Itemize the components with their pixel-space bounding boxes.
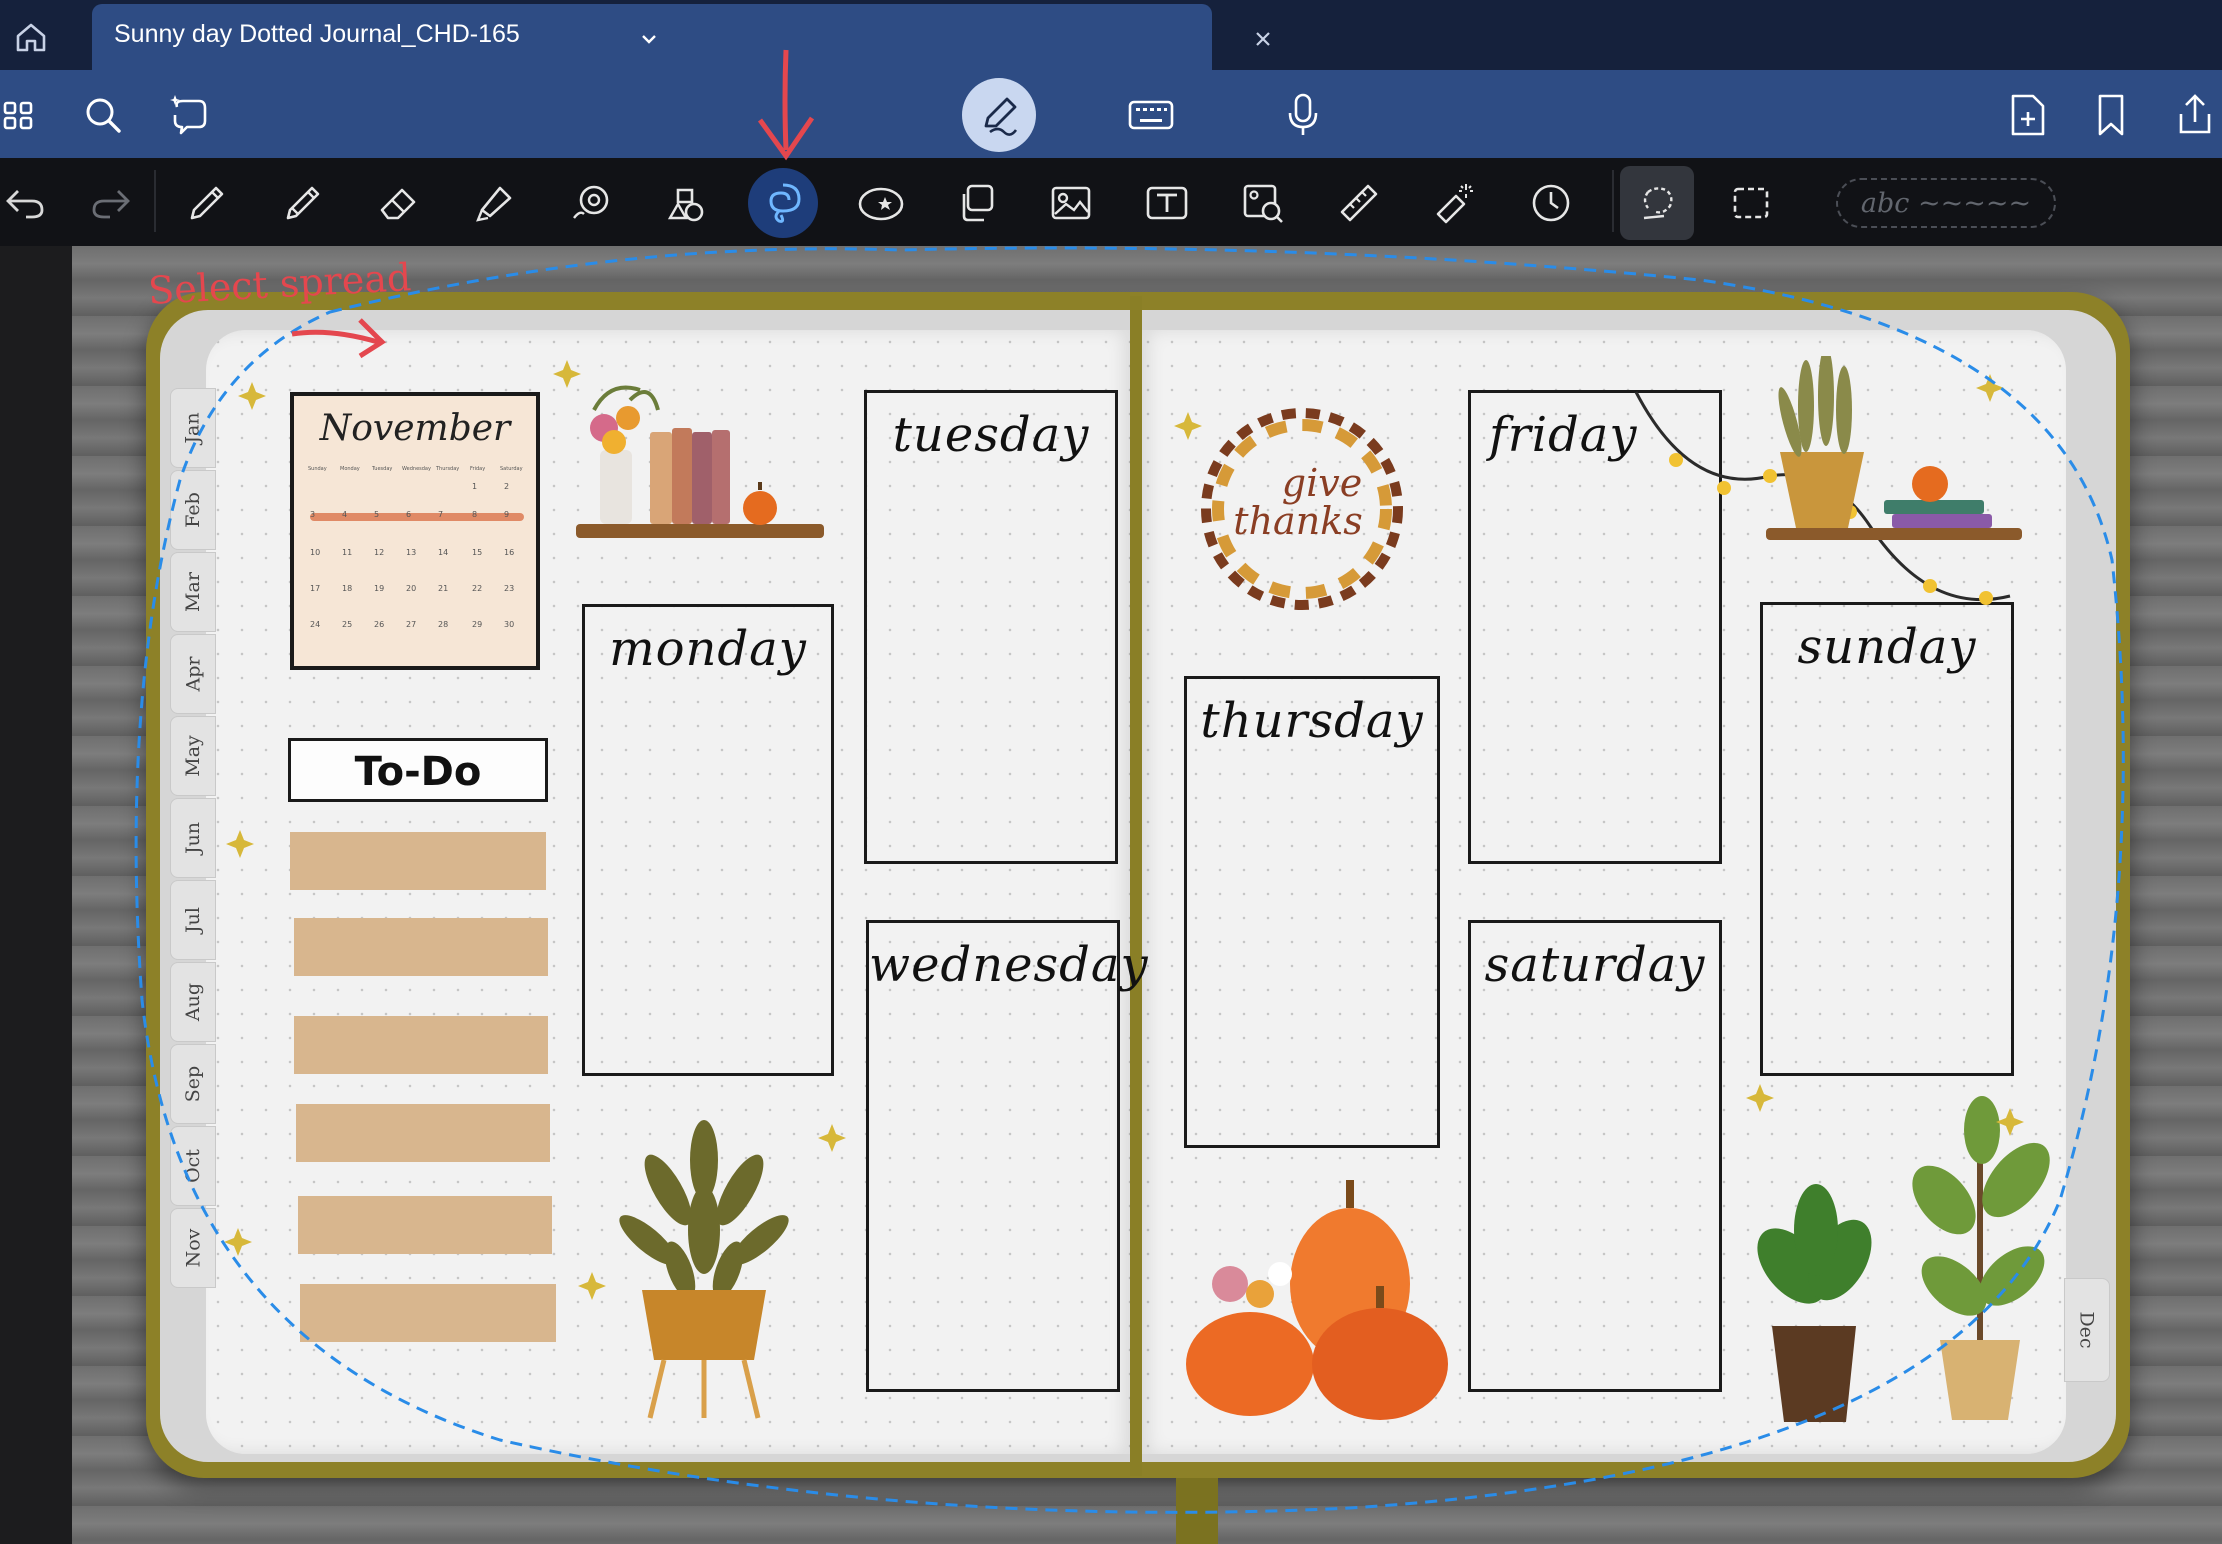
sparkles-decoration — [224, 360, 2024, 1300]
goodnotes-app: Sunny day Dotted Journal_CHD-165 abc ~~~… — [0, 0, 2222, 1544]
